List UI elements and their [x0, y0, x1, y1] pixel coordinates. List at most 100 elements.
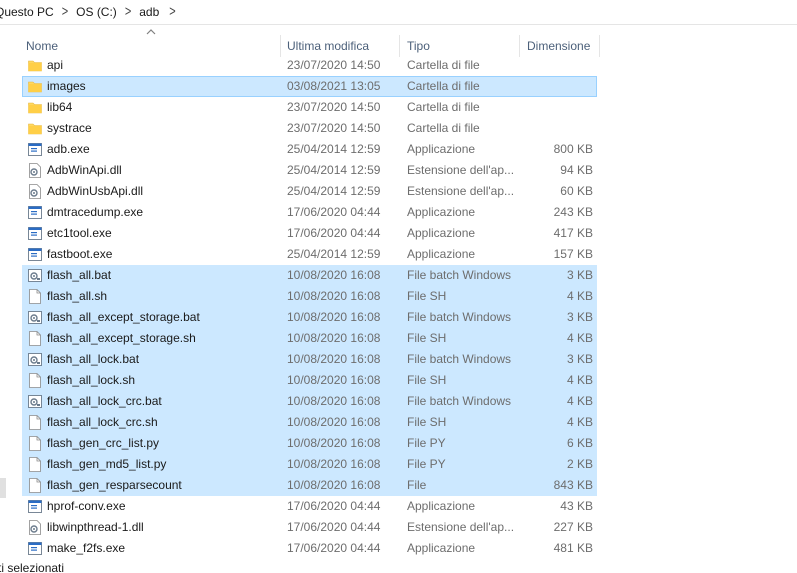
file-type: File PY [407, 457, 446, 471]
file-modified-date: 17/06/2020 04:44 [287, 520, 381, 534]
file-modified-date: 03/08/2021 13:05 [287, 79, 381, 93]
sort-ascending-icon [146, 29, 156, 35]
file-row[interactable]: lib64 23/07/2020 14:50 Cartella di file [22, 97, 597, 118]
file-row[interactable]: AdbWinApi.dll 25/04/2014 12:59 Estensione … [22, 160, 597, 181]
column-divider[interactable] [280, 35, 281, 57]
application-icon [28, 499, 42, 514]
file-modified-date: 10/08/2020 16:08 [287, 457, 381, 471]
file-size: 843 KB [553, 478, 593, 492]
batch-gear-icon [28, 394, 42, 409]
folder-icon [28, 58, 42, 73]
file-modified-date: 10/08/2020 16:08 [287, 289, 381, 303]
file-size: 3 KB [566, 268, 593, 282]
navigation-scrollbar-thumb[interactable] [0, 478, 6, 498]
selection-status: ti selezionati [0, 561, 65, 573]
file-row[interactable]: api 23/07/2020 14:50 Cartella di file [22, 55, 597, 76]
breadcrumb-item-drive[interactable]: OS (C:) [72, 5, 121, 19]
column-headers: Nome Ultima modifica Tipo Dimensione [22, 29, 600, 57]
column-divider[interactable] [399, 35, 400, 57]
file-name: flash_all_except_storage.sh [47, 331, 196, 345]
file-modified-date: 10/08/2020 16:08 [287, 352, 381, 366]
breadcrumb-item-questo-pc[interactable]: Questo PC [0, 5, 58, 19]
batch-gear-icon [28, 310, 42, 325]
column-header-size[interactable]: Dimensione [527, 35, 590, 57]
file-row[interactable]: flash_gen_crc_list.py 10/08/2020 16:08 Fil… [22, 433, 597, 454]
dll-gear-icon [28, 184, 42, 199]
file-size: 481 KB [553, 541, 593, 555]
file-row[interactable]: flash_all_except_storage.bat 10/08/2020 1… [22, 307, 597, 328]
blank-file-icon [28, 331, 42, 346]
file-size: 227 KB [553, 520, 593, 534]
file-size: 4 KB [566, 331, 593, 345]
file-row[interactable]: flash_all.bat 10/08/2020 16:08 File batch … [22, 265, 597, 286]
file-size: 157 KB [553, 247, 593, 261]
file-row[interactable]: adb.exe 25/04/2014 12:59 Applicazione 800 K… [22, 139, 597, 160]
file-row[interactable]: flash_all_lock_crc.bat 10/08/2020 16:08 Fi… [22, 391, 597, 412]
file-size: 243 KB [553, 205, 593, 219]
file-name: AdbWinUsbApi.dll [47, 184, 144, 198]
file-row[interactable]: images 03/08/2021 13:05 Cartella di file [22, 76, 597, 97]
batch-gear-icon [28, 352, 42, 367]
file-modified-date: 23/07/2020 14:50 [287, 100, 381, 114]
navigation-pane[interactable] [0, 26, 11, 560]
file-name: adb.exe [47, 142, 90, 156]
file-row[interactable]: dmtracedump.exe 17/06/2020 04:44 Applicazi… [22, 202, 597, 223]
file-type: File batch Windows [407, 352, 512, 366]
dll-gear-icon [28, 163, 42, 178]
application-icon [28, 226, 42, 241]
file-size: 6 KB [566, 436, 593, 450]
file-row[interactable]: flash_all.sh 10/08/2020 16:08 File SH 4 KB [22, 286, 597, 307]
file-row[interactable]: etc1tool.exe 17/06/2020 04:44 Applicazione… [22, 223, 597, 244]
file-type: File batch Windows [407, 268, 512, 282]
file-row[interactable]: flash_all_lock.sh 10/08/2020 16:08 File SH… [22, 370, 597, 391]
blank-file-icon [28, 373, 42, 388]
file-row[interactable]: make_f2fs.exe 17/06/2020 04:44 Applicazion… [22, 538, 597, 559]
file-row[interactable]: AdbWinUsbApi.dll 25/04/2014 12:59 Estensio… [22, 181, 597, 202]
column-header-type[interactable]: Tipo [407, 35, 430, 57]
file-modified-date: 10/08/2020 16:08 [287, 436, 381, 450]
column-header-name[interactable]: Nome [26, 35, 58, 57]
file-type: File SH [407, 289, 447, 303]
file-size [523, 98, 593, 117]
column-header-date[interactable]: Ultima modifica [287, 35, 369, 57]
file-row[interactable]: flash_gen_resparsecount 10/08/2020 16:08 F… [22, 475, 597, 496]
file-name: make_f2fs.exe [47, 541, 126, 555]
file-type: Cartella di file [407, 58, 480, 72]
file-type: File batch Windows [407, 394, 512, 408]
file-row[interactable]: fastboot.exe 25/04/2014 12:59 Applicazione… [22, 244, 597, 265]
file-size: 4 KB [566, 415, 593, 429]
file-modified-date: 25/04/2014 12:59 [287, 184, 381, 198]
file-modified-date: 10/08/2020 16:08 [287, 268, 381, 282]
file-modified-date: 17/06/2020 04:44 [287, 541, 381, 555]
file-row[interactable]: systrace 23/07/2020 14:50 Cartella di file [22, 118, 597, 139]
chevron-right-icon[interactable]: > [121, 4, 135, 20]
batch-gear-icon [28, 268, 42, 283]
file-name: flash_gen_resparsecount [47, 478, 182, 492]
file-size [523, 119, 593, 138]
file-modified-date: 10/08/2020 16:08 [287, 415, 381, 429]
column-divider[interactable] [519, 35, 520, 57]
file-size: 3 KB [566, 352, 593, 366]
file-row[interactable]: flash_all_lock_crc.sh 10/08/2020 16:08 Fil… [22, 412, 597, 433]
file-row[interactable]: flash_all_lock.bat 10/08/2020 16:08 File b… [22, 349, 597, 370]
chevron-right-icon[interactable]: > [165, 4, 179, 20]
file-modified-date: 10/08/2020 16:08 [287, 331, 381, 345]
file-row[interactable]: libwinpthread-1.dll 17/06/2020 04:44 Esten… [22, 517, 597, 538]
file-row[interactable]: flash_gen_md5_list.py 10/08/2020 16:08 Fil… [22, 454, 597, 475]
breadcrumb-item-adb[interactable]: adb [135, 5, 163, 19]
file-name: fastboot.exe [47, 247, 113, 261]
file-list: api 23/07/2020 14:50 Cartella di file image… [22, 55, 597, 559]
chevron-right-icon[interactable]: > [58, 4, 72, 20]
folder-icon [28, 100, 42, 115]
file-row[interactable]: hprof-conv.exe 17/06/2020 04:44 Applicazio… [22, 496, 597, 517]
breadcrumb: Questo PC > OS (C:) > adb > [0, 0, 797, 25]
column-divider[interactable] [599, 35, 600, 57]
file-name: api [47, 58, 64, 72]
file-type: Cartella di file [407, 79, 480, 93]
file-name: images [47, 79, 86, 93]
file-size: 4 KB [566, 394, 593, 408]
file-modified-date: 25/04/2014 12:59 [287, 247, 381, 261]
blank-file-icon [28, 289, 42, 304]
file-name: lib64 [47, 100, 73, 114]
file-row[interactable]: flash_all_except_storage.sh 10/08/2020 16… [22, 328, 597, 349]
